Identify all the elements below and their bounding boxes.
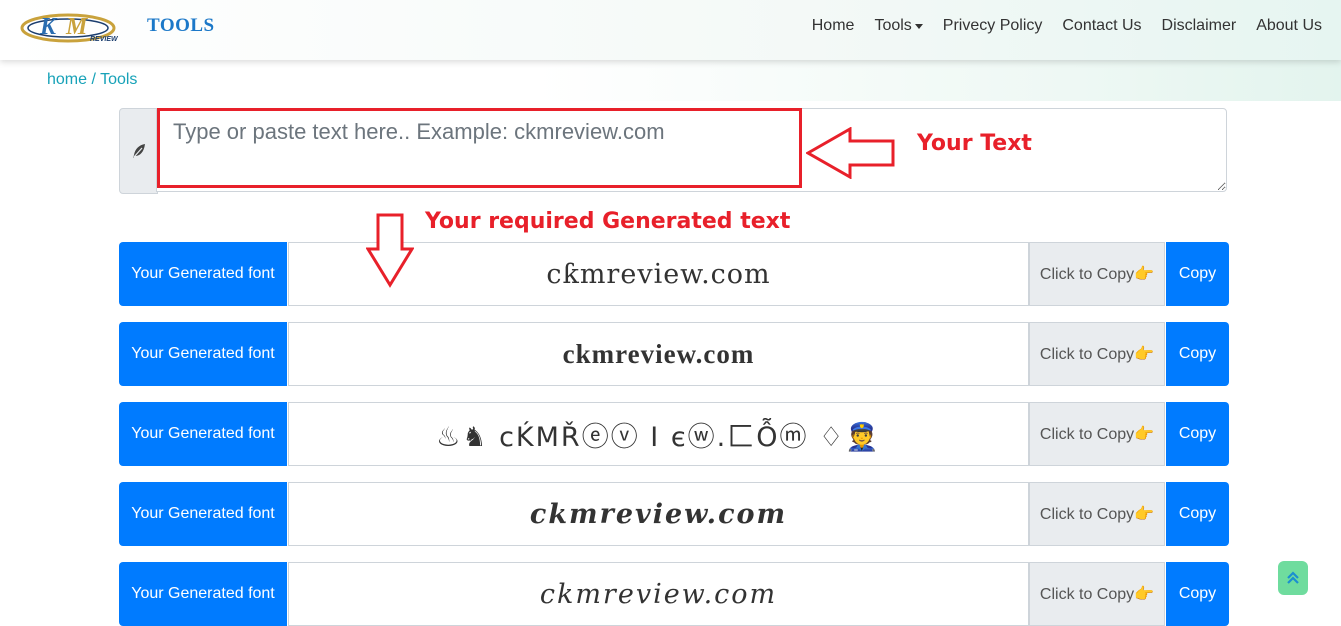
generated-text-output[interactable]: ♨♞ cḰMŘⓔⓥ Ⅰ єⓦ.匚Ỗⓜ ♢👮: [288, 402, 1029, 466]
brand-logo[interactable]: K M REVIEW: [18, 8, 143, 44]
text-input-group: [119, 108, 1229, 194]
svg-text:REVIEW: REVIEW: [90, 36, 119, 43]
nav-home[interactable]: Home: [812, 17, 855, 35]
font-row: Your Generated font ♨♞ cḰMŘⓔⓥ Ⅰ єⓦ.匚Ỗⓜ ♢…: [119, 402, 1229, 466]
click-to-copy-hint: Click to Copy👉: [1029, 322, 1165, 386]
breadcrumb-separator: /: [87, 71, 101, 88]
nav-tools-label: Tools: [874, 17, 912, 34]
nav-about-label: About Us: [1256, 17, 1322, 34]
copy-button[interactable]: Copy: [1166, 482, 1229, 546]
header-band: [0, 60, 1341, 101]
input-prefix: [119, 108, 158, 194]
row-label: Your Generated font: [119, 402, 287, 466]
nav-about-us[interactable]: About Us: [1256, 17, 1322, 35]
annotation-your-text: Your Text: [917, 131, 1032, 156]
breadcrumb-tools[interactable]: Tools: [100, 71, 137, 88]
nav-contact-us[interactable]: Contact Us: [1062, 17, 1141, 35]
click-to-copy-hint: Click to Copy👉: [1029, 562, 1165, 626]
row-label: Your Generated font: [119, 562, 287, 626]
nav-menu: Home Tools Privecy Policy Contact Us Dis…: [792, 17, 1322, 35]
copy-button[interactable]: Copy: [1166, 402, 1229, 466]
arrow-down-icon: [366, 213, 414, 288]
copy-button[interactable]: Copy: [1166, 562, 1229, 626]
font-row: Your Generated font cƙmreview.com Click …: [119, 242, 1229, 306]
navbar: K M REVIEW TOOLS Home Tools Privecy Poli…: [0, 0, 1341, 60]
nav-contact-label: Contact Us: [1062, 17, 1142, 34]
nav-disclaimer[interactable]: Disclaimer: [1162, 17, 1237, 35]
breadcrumb: home / Tools: [47, 71, 137, 89]
scroll-to-top-button[interactable]: [1278, 561, 1308, 595]
row-label: Your Generated font: [119, 482, 287, 546]
double-chevron-up-icon: [1287, 571, 1299, 584]
copy-button[interactable]: Copy: [1166, 242, 1229, 306]
row-label: Your Generated font: [119, 322, 287, 386]
brand-name[interactable]: TOOLS: [147, 15, 215, 37]
feather-icon: [132, 144, 145, 158]
svg-text:K: K: [39, 14, 58, 40]
annotation-generated-text: Your required Generated text: [425, 209, 791, 234]
copy-button[interactable]: Copy: [1166, 322, 1229, 386]
text-input[interactable]: [156, 108, 1227, 192]
breadcrumb-home[interactable]: home: [47, 71, 87, 88]
font-row: Your Generated font ckmreview.com Click …: [119, 322, 1229, 386]
click-to-copy-hint: Click to Copy👉: [1029, 242, 1165, 306]
arrow-left-icon: [806, 127, 895, 179]
nav-home-label: Home: [811, 17, 855, 34]
click-to-copy-hint: Click to Copy👉: [1029, 402, 1165, 466]
svg-text:M: M: [65, 14, 89, 40]
caret-down-icon: [914, 23, 923, 29]
row-label: Your Generated font: [119, 242, 287, 306]
click-to-copy-hint: Click to Copy👉: [1029, 482, 1165, 546]
nav-privacy-policy[interactable]: Privecy Policy: [943, 17, 1043, 35]
nav-tools[interactable]: Tools: [874, 17, 923, 35]
generated-text-output[interactable]: ckmreview.com: [288, 562, 1029, 626]
generated-text-output[interactable]: ckmreview.com: [288, 482, 1029, 546]
nav-privacy-label: Privecy Policy: [942, 17, 1043, 34]
font-row: Your Generated font ckmreview.com Click …: [119, 482, 1229, 546]
font-row: Your Generated font ckmreview.com Click …: [119, 562, 1229, 626]
generated-text-output[interactable]: ckmreview.com: [288, 322, 1029, 386]
nav-disclaimer-label: Disclaimer: [1161, 17, 1237, 34]
